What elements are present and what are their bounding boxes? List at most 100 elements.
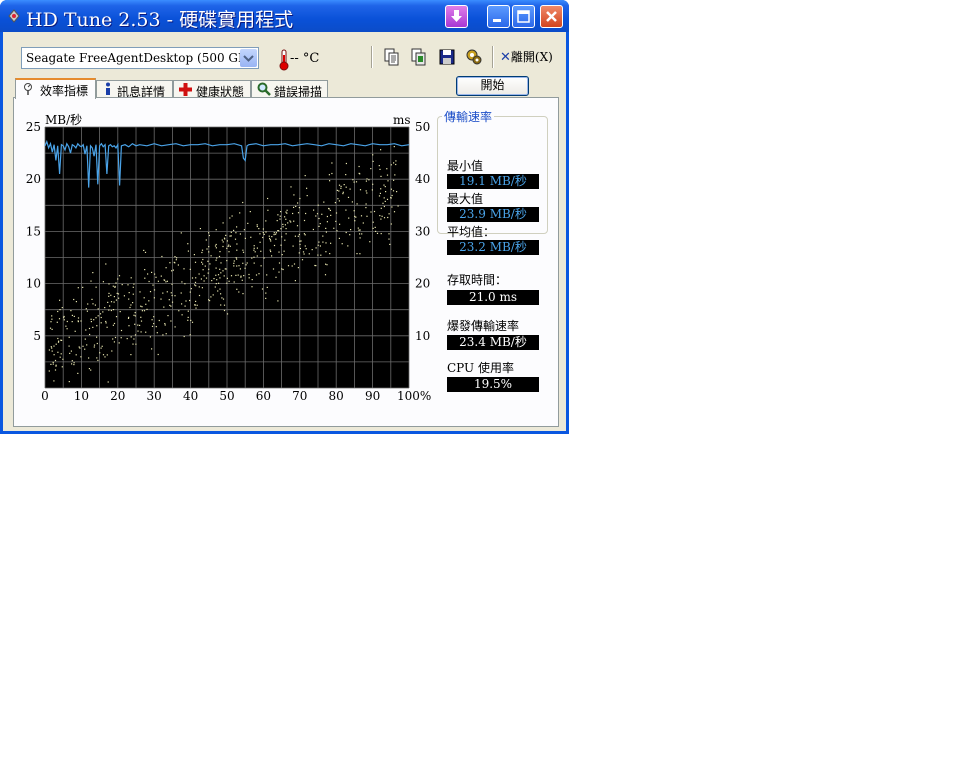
- access-time-point: [145, 303, 147, 305]
- access-time-point: [189, 268, 191, 270]
- access-time-point: [270, 240, 272, 242]
- access-time-point: [126, 338, 128, 340]
- access-time-point: [85, 329, 87, 331]
- tab-benchmark[interactable]: 效率指標: [15, 78, 96, 99]
- access-time-point: [63, 319, 65, 321]
- access-time-point: [66, 320, 68, 323]
- access-time-point: [329, 209, 331, 211]
- access-time-point: [73, 364, 75, 366]
- access-time-point: [315, 215, 317, 217]
- access-time-point: [243, 229, 245, 231]
- access-time-point: [290, 221, 292, 223]
- access-time-point: [390, 223, 392, 225]
- access-time-point: [237, 274, 239, 276]
- access-time-point: [221, 297, 223, 299]
- access-time-point: [319, 223, 321, 225]
- access-time-point: [315, 247, 317, 249]
- access-time-point: [189, 334, 191, 336]
- access-time-point: [157, 353, 159, 356]
- access-time-point: [169, 304, 171, 306]
- access-time-point: [164, 324, 166, 326]
- access-time-point: [236, 265, 238, 267]
- access-time-point: [387, 216, 389, 219]
- access-time-point: [115, 316, 118, 318]
- access-time-point: [355, 216, 357, 218]
- access-time-point: [262, 232, 264, 234]
- access-time-point: [111, 350, 113, 352]
- access-time-point: [88, 327, 91, 330]
- access-time-point: [258, 273, 260, 275]
- x-tick-label: 50: [219, 389, 234, 403]
- access-time-point: [337, 198, 339, 200]
- access-time-point: [222, 241, 224, 243]
- access-time-point: [156, 332, 158, 334]
- access-time-point: [180, 292, 182, 294]
- access-time-point: [322, 241, 324, 243]
- access-time-point: [299, 243, 301, 246]
- access-time-point: [229, 235, 231, 237]
- access-time-point: [164, 323, 166, 325]
- access-time-point: [329, 253, 331, 255]
- access-time-point: [269, 249, 271, 251]
- access-time-point: [345, 174, 347, 176]
- access-time-point: [358, 165, 360, 168]
- access-time-point: [384, 200, 386, 202]
- access-time-point: [160, 298, 162, 300]
- access-time-point: [340, 187, 342, 189]
- access-time-point: [397, 205, 399, 207]
- access-time-point: [189, 299, 191, 302]
- access-time-point: [128, 292, 130, 294]
- access-time-point: [296, 225, 299, 227]
- access-time-point: [190, 288, 192, 290]
- access-time-point: [68, 381, 70, 383]
- access-time-point: [145, 331, 147, 333]
- access-time-point: [291, 265, 293, 267]
- access-time-point: [244, 237, 246, 239]
- cpu-usage-label: CPU 使用率: [447, 361, 514, 375]
- access-time-point: [248, 277, 250, 279]
- access-time-point: [226, 277, 228, 279]
- access-time-point: [249, 211, 251, 213]
- access-time-point: [118, 297, 120, 299]
- access-time-point: [390, 164, 392, 166]
- access-time-point: [113, 301, 115, 303]
- start-button[interactable]: 開始: [456, 76, 529, 96]
- access-time-point: [256, 225, 258, 228]
- access-time-point: [318, 217, 320, 220]
- access-time-point: [59, 299, 61, 301]
- access-time-point: [239, 233, 241, 235]
- access-time-point: [199, 228, 201, 230]
- access-time-point: [205, 277, 208, 279]
- access-time-point: [298, 207, 300, 209]
- access-time-point: [200, 278, 202, 280]
- access-time-point: [90, 321, 92, 323]
- access-time-point: [325, 242, 327, 244]
- access-time-point: [107, 301, 109, 303]
- access-time-point: [265, 220, 267, 222]
- access-time-point: [224, 268, 226, 270]
- access-time-point: [201, 261, 203, 263]
- access-time-point: [306, 195, 308, 197]
- access-time-point: [283, 250, 285, 252]
- access-time-point: [236, 288, 238, 290]
- access-time-point: [71, 321, 73, 323]
- tab-benchmark-label: 效率指標: [40, 84, 89, 98]
- access-time-point: [388, 233, 390, 235]
- access-time-point: [157, 280, 159, 282]
- avg-label: 平均值：: [447, 225, 496, 239]
- access-time-point: [94, 304, 96, 306]
- access-time-point: [153, 323, 155, 325]
- access-time-point: [195, 307, 197, 309]
- access-time-point: [342, 193, 344, 195]
- access-time-point: [230, 231, 232, 233]
- access-time-point: [128, 316, 130, 318]
- access-time-point: [100, 316, 102, 319]
- access-time-point: [206, 248, 208, 250]
- access-time-point: [225, 234, 227, 236]
- access-time-point: [130, 304, 132, 306]
- access-time-point: [62, 358, 64, 360]
- access-time-point: [133, 338, 135, 340]
- access-time-point: [114, 286, 116, 288]
- access-time-point: [253, 249, 255, 251]
- access-time-point: [235, 257, 237, 259]
